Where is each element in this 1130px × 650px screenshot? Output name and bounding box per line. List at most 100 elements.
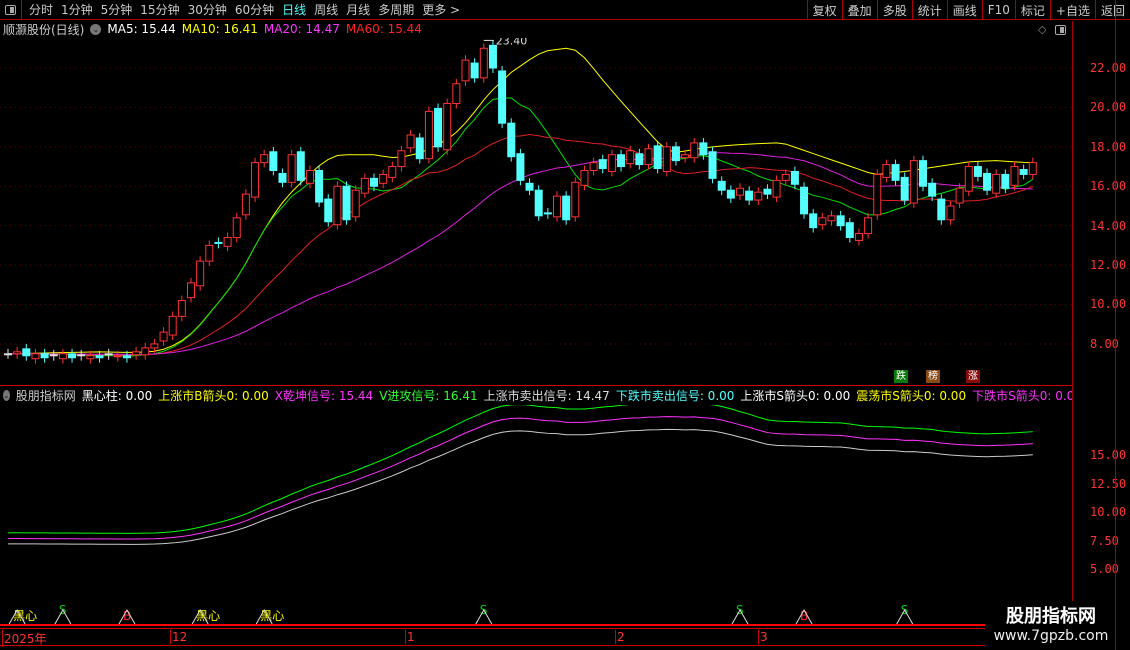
toolbar-button-0[interactable]: 复权	[806, 0, 842, 20]
candle-body	[571, 181, 580, 218]
toolbar-button-1[interactable]: 叠加	[841, 0, 877, 20]
candle-body	[919, 160, 927, 187]
indicator-name: 股朋指标网	[15, 388, 76, 403]
date-axis: 2025年 12 1 2 3	[0, 628, 985, 647]
date-label: 3	[758, 630, 768, 644]
indicator-value: 上涨市卖出信号: 14.47	[483, 388, 610, 403]
toolbar-button-3[interactable]: 统计	[911, 0, 947, 20]
stock-title: 顺灏股份(日线)	[3, 22, 85, 37]
price-chart[interactable]: 23.40	[0, 38, 1072, 383]
candle-body	[434, 107, 443, 148]
candle-body	[983, 172, 992, 191]
candle-body	[790, 170, 799, 185]
candle-body	[31, 353, 40, 360]
candle-body	[4, 353, 12, 356]
toolbar-button-4[interactable]: 画线	[946, 0, 982, 20]
candle-body	[333, 185, 342, 226]
candle-body	[900, 176, 909, 201]
indicator-value: 上涨市B箭头0: 0.00	[158, 388, 269, 403]
ma5-value: MA5: 15.44	[107, 22, 176, 36]
candle-body	[562, 195, 571, 221]
toolbar-button-2[interactable]: 多股	[876, 0, 912, 20]
tab-0[interactable]: 分时	[25, 1, 57, 18]
badge-0[interactable]: 跌	[894, 370, 908, 383]
indicator-value: 黑心柱: 0.00	[81, 388, 153, 403]
indicator-line-green	[7, 405, 1033, 534]
chevron-down-icon[interactable]: ⌄	[90, 23, 102, 35]
candle-body	[598, 159, 607, 170]
watermark-url: www.7gpzb.com	[993, 628, 1109, 644]
candle-body	[305, 169, 314, 184]
candle-body	[772, 179, 781, 198]
candle-body	[196, 260, 205, 287]
tab-6[interactable]: 日线	[278, 1, 310, 18]
candle-body	[653, 145, 662, 170]
chevron-down-icon[interactable]: ⌄	[3, 389, 10, 401]
candle-body	[909, 160, 918, 204]
candle-body	[745, 190, 754, 201]
axis-divider	[1072, 21, 1073, 601]
diamond-icon[interactable]: ◇	[1038, 23, 1046, 36]
candle-body	[58, 353, 67, 360]
candle-body	[937, 198, 946, 221]
candle-body	[708, 151, 717, 179]
candle-body	[315, 169, 324, 203]
candle-body	[388, 166, 397, 178]
max-price-label: 23.40	[496, 38, 528, 47]
candle-body	[351, 189, 360, 218]
watermark-title: 股朋指标网	[1006, 606, 1096, 627]
toolbar-button-6[interactable]: 标记	[1014, 0, 1050, 20]
candle-body	[415, 137, 424, 160]
candle-body	[205, 244, 214, 262]
candle-body	[534, 189, 543, 217]
candle-body	[113, 355, 122, 358]
watermark: 股朋指标网 www.7gpzb.com	[986, 600, 1116, 648]
candle-body	[287, 154, 296, 183]
candle-body	[360, 177, 369, 194]
tab-9[interactable]: 多周期	[374, 1, 418, 18]
candle-body	[882, 164, 891, 178]
candle-body	[269, 151, 278, 171]
tab-5[interactable]: 60分钟	[231, 1, 278, 18]
candle-body	[168, 315, 177, 336]
layout-toggle-icon[interactable]	[0, 0, 22, 20]
candle-body	[543, 212, 552, 215]
candle-body	[122, 355, 131, 359]
candle-body	[891, 164, 900, 181]
badge-2[interactable]: 涨	[966, 370, 980, 383]
tab-1[interactable]: 1分钟	[57, 1, 97, 18]
candle-body	[278, 172, 287, 183]
tab-3[interactable]: 15分钟	[136, 1, 183, 18]
tab-8[interactable]: 月线	[342, 1, 374, 18]
candle-body	[626, 150, 635, 165]
date-label: 12	[170, 630, 188, 644]
candle-body	[132, 351, 141, 356]
candle-body	[662, 146, 671, 172]
candle-body	[607, 154, 616, 172]
indicator-header: ⌄ 股朋指标网 黑心柱: 0.00 上涨市B箭头0: 0.00 X乾坤信号: 15.…	[0, 385, 1072, 404]
tab-7[interactable]: 周线	[310, 1, 342, 18]
candle-body	[763, 188, 772, 195]
candle-body	[964, 166, 973, 192]
indicator-value: V进攻信号: 16.41	[379, 388, 478, 403]
tab-4[interactable]: 30分钟	[184, 1, 231, 18]
panel-toggle-icon[interactable]	[1055, 25, 1066, 35]
candle-body	[854, 233, 863, 241]
candle-body	[717, 180, 726, 191]
candle-body	[827, 215, 836, 222]
toolbar-button-5[interactable]: F10	[981, 0, 1015, 20]
candle-body	[671, 146, 680, 162]
toolbar-button-7[interactable]: +自选	[1049, 0, 1095, 20]
candle-body	[928, 182, 937, 197]
badge-1[interactable]: 榜	[926, 370, 940, 383]
tab-10[interactable]: 更多 >	[418, 1, 464, 18]
indicator-chart[interactable]	[0, 405, 1072, 600]
candle-body	[699, 142, 708, 156]
candle-body	[635, 153, 644, 166]
indicator-value: 下跌市S箭头0: 0.00	[972, 388, 1072, 403]
candle-body	[296, 151, 305, 181]
candle-body	[1001, 173, 1010, 189]
right-sidebar[interactable]	[1115, 0, 1130, 650]
tab-2[interactable]: 5分钟	[97, 1, 137, 18]
candle-body	[95, 355, 104, 359]
